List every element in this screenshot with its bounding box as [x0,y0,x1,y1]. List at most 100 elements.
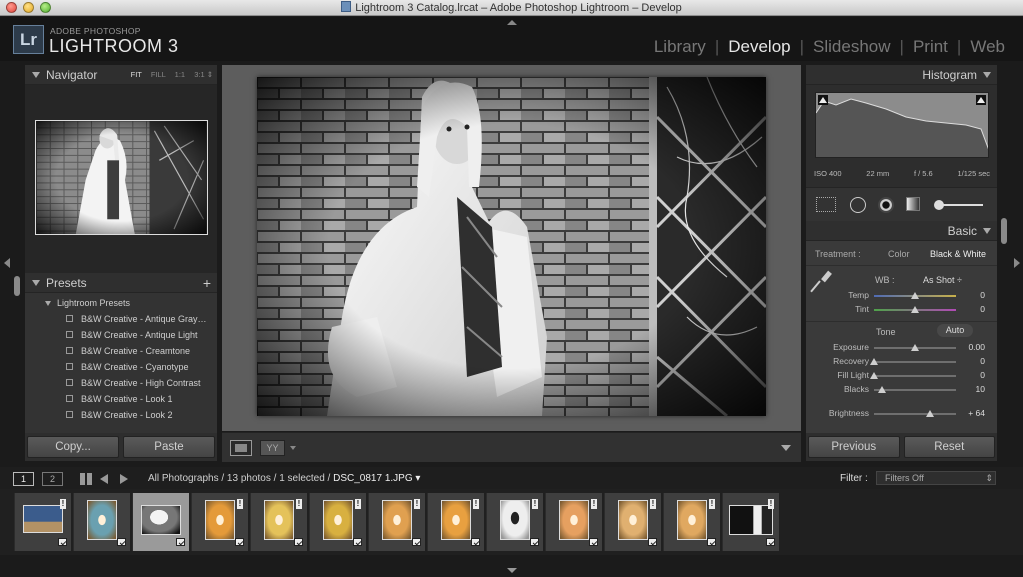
warning-badge-icon[interactable]: ! [532,499,538,509]
zoom-1-1[interactable]: 1:1 [175,70,185,79]
filmstrip-thumbnail[interactable] [132,493,189,551]
exposure-slider[interactable] [874,344,956,351]
zoom-fill[interactable]: FILL [151,70,166,79]
filmstrip-thumbnail[interactable]: ! [191,493,248,551]
right-panel-scrollbar[interactable] [1001,218,1007,244]
filmstrip[interactable]: !!!!!!!!!!! [0,489,1023,555]
zoom-3-1[interactable]: 3:1 ⇕ [194,70,213,79]
reset-button[interactable]: Reset [903,436,995,458]
histogram-panel[interactable]: ISO 400 22 mm f / 5.6 1/125 sec [806,85,997,187]
develop-badge-icon[interactable] [294,538,303,546]
navigator-thumbnail[interactable] [35,120,208,235]
histogram-header[interactable]: Histogram [806,65,997,85]
shadow-clipping-indicator[interactable] [818,95,828,105]
main-photo[interactable] [257,77,766,416]
warning-badge-icon[interactable]: ! [591,499,597,509]
preset-item[interactable]: B&W Creative - Look 1 [25,391,217,407]
fill-light-slider[interactable] [870,372,956,379]
module-develop[interactable]: Develop [728,37,790,57]
folder-disclosure-icon[interactable] [45,300,51,306]
collapse-top-panel-icon[interactable] [507,20,517,25]
collapse-filmstrip-icon[interactable] [507,568,517,573]
warning-badge-icon[interactable]: ! [709,499,715,509]
filmstrip-thumbnail[interactable]: ! [722,493,779,551]
module-library[interactable]: Library [654,37,706,57]
red-eye-icon[interactable] [878,197,894,213]
exposure-slider-thumb[interactable] [911,344,919,351]
collapse-right-panel-icon[interactable] [1014,258,1020,268]
filter-select[interactable]: Filters Off [876,471,996,485]
exposure-value[interactable]: 0.00 [968,342,985,352]
warning-badge-icon[interactable]: ! [296,499,302,509]
filmstrip-thumbnail[interactable]: ! [14,493,71,551]
temp-slider-thumb[interactable] [911,292,919,299]
filmstrip-thumbnail[interactable]: ! [250,493,307,551]
before-after-menu-icon[interactable] [290,446,296,450]
highlight-clipping-indicator[interactable] [976,95,986,105]
filmstrip-thumbnail[interactable]: ! [545,493,602,551]
module-slideshow[interactable]: Slideshow [813,37,891,57]
warning-badge-icon[interactable]: ! [473,499,479,509]
disclosure-triangle-icon[interactable] [32,280,40,287]
auto-tone-button[interactable]: Auto [937,324,973,337]
disclosure-triangle-icon[interactable] [32,72,40,79]
navigator-preview[interactable] [25,85,217,273]
adjustment-brush-icon[interactable] [934,197,984,213]
before-after-button[interactable]: YY [260,440,285,456]
filmstrip-source[interactable]: All Photographs / 13 photos / 1 selected… [148,473,420,484]
module-web[interactable]: Web [970,37,1005,57]
preset-item[interactable]: B&W Creative - Creamtone [25,343,217,359]
add-preset-icon[interactable]: + [203,273,211,293]
toolbar-content-menu-icon[interactable] [781,445,791,451]
recovery-value[interactable]: 0 [980,356,985,366]
warning-badge-icon[interactable]: ! [650,499,656,509]
filmstrip-thumbnail[interactable]: ! [309,493,366,551]
presets-header[interactable]: Presets + [25,273,217,293]
collapse-left-panel-icon[interactable] [4,258,10,268]
tint-slider[interactable] [874,306,956,313]
secondary-window-button[interactable]: 2 [42,472,63,486]
develop-badge-icon[interactable] [176,538,185,546]
disclosure-triangle-icon[interactable] [983,228,991,235]
develop-badge-icon[interactable] [471,538,480,546]
grid-view-icon[interactable] [80,473,92,485]
fill-light-slider-thumb[interactable] [870,372,878,379]
develop-badge-icon[interactable] [530,538,539,546]
develop-badge-icon[interactable] [707,538,716,546]
copy-settings-button[interactable]: Copy... [27,436,119,458]
histogram-graph[interactable] [815,92,989,158]
selected-filename[interactable]: DSC_0817 1.JPG ▾ [333,473,420,484]
temp-value[interactable]: 0 [980,290,985,300]
filmstrip-thumbnail[interactable] [73,493,130,551]
develop-badge-icon[interactable] [58,538,67,546]
develop-badge-icon[interactable] [648,538,657,546]
back-arrow-icon[interactable] [100,474,108,484]
blacks-slider-thumb[interactable] [878,386,887,393]
spot-removal-icon[interactable] [850,197,866,213]
primary-window-button[interactable]: 1 [13,472,34,486]
disclosure-triangle-icon[interactable] [983,72,991,79]
temp-slider[interactable] [874,292,956,299]
filmstrip-thumbnail[interactable]: ! [368,493,425,551]
preset-item[interactable]: B&W Creative - High Contrast [25,375,217,391]
develop-badge-icon[interactable] [589,538,598,546]
forward-arrow-icon[interactable] [120,474,128,484]
zoom-fit[interactable]: FIT [131,70,142,79]
develop-badge-icon[interactable] [766,538,775,546]
brightness-slider-thumb[interactable] [925,410,934,417]
left-panel-scrollbar[interactable] [14,276,20,296]
filmstrip-thumbnail[interactable]: ! [604,493,661,551]
loupe-view[interactable] [222,65,801,431]
brightness-value[interactable]: + 64 [968,408,985,418]
treatment-bw-option[interactable]: Black & White [930,249,986,259]
treatment-color-option[interactable]: Color [888,249,910,259]
filmstrip-thumbnail[interactable]: ! [663,493,720,551]
recovery-slider-thumb[interactable] [870,358,878,365]
warning-badge-icon[interactable]: ! [768,499,774,509]
blacks-value[interactable]: 10 [976,384,985,394]
basic-header[interactable]: Basic [806,221,997,241]
develop-badge-icon[interactable] [117,538,126,546]
warning-badge-icon[interactable]: ! [237,499,243,509]
warning-badge-icon[interactable]: ! [355,499,361,509]
develop-badge-icon[interactable] [412,538,421,546]
